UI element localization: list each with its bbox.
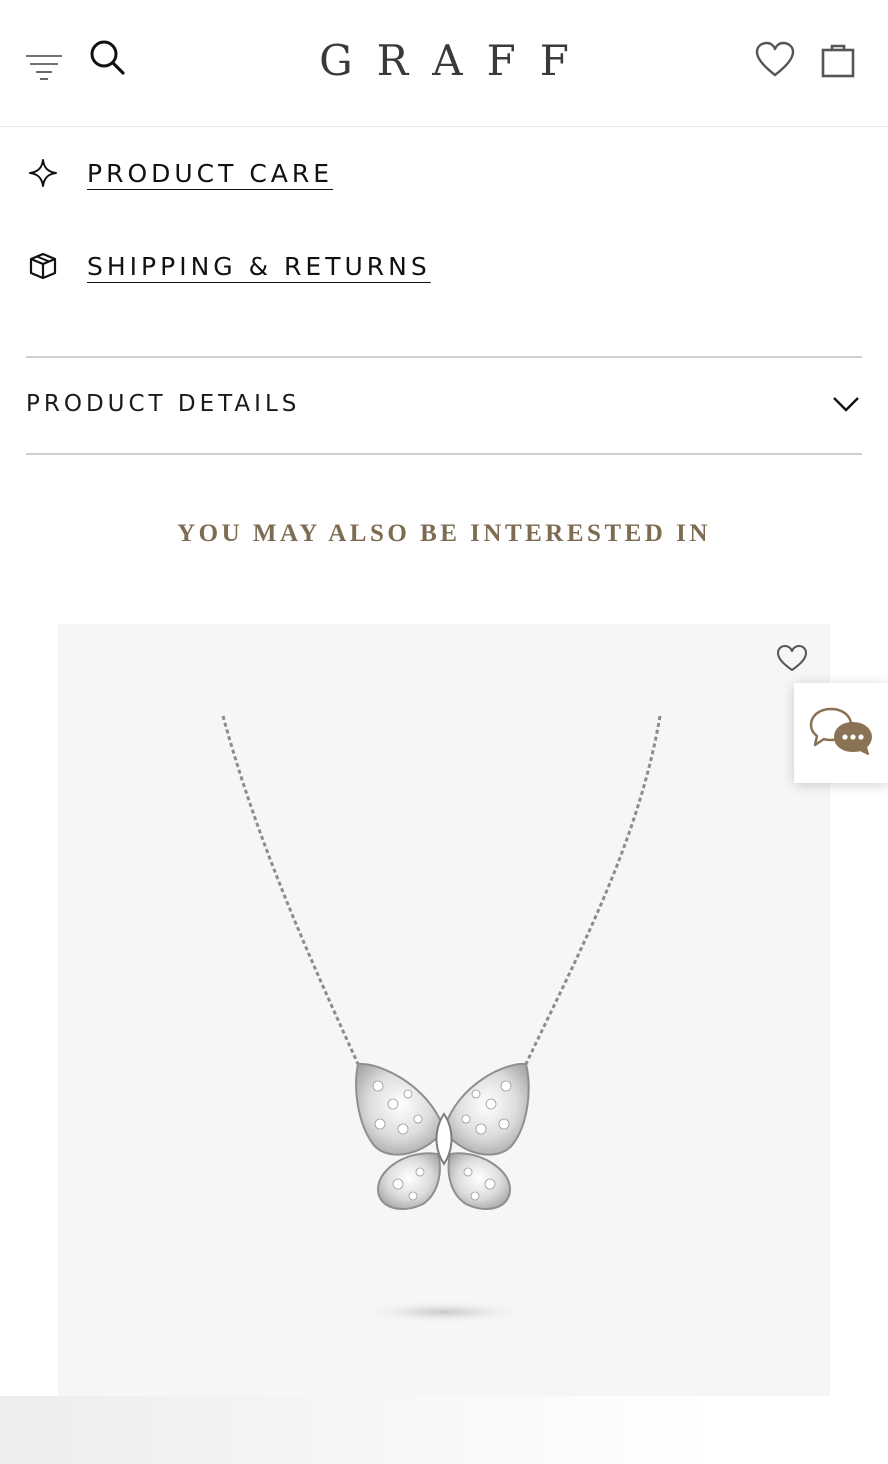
site-header: GRAFF (0, 0, 888, 127)
product-care-label[interactable]: PRODUCT CARE (87, 159, 333, 188)
recommendations-heading: YOU MAY ALSO BE INTERESTED IN (177, 520, 711, 547)
chevron-down-icon[interactable] (832, 394, 860, 414)
sparkle-icon (26, 156, 60, 190)
shopping-bag-icon[interactable] (818, 40, 858, 80)
chat-button[interactable] (794, 683, 888, 783)
product-details-accordion[interactable]: PRODUCT DETAILS (26, 356, 862, 455)
accordion-title: PRODUCT DETAILS (26, 391, 301, 417)
shipping-returns-link[interactable]: SHIPPING & RETURNS (26, 246, 431, 286)
chat-bubbles-icon (809, 705, 873, 762)
product-care-link[interactable]: PRODUCT CARE (26, 153, 333, 193)
shipping-returns-label[interactable]: SHIPPING & RETURNS (87, 252, 431, 281)
butterfly-necklace-image (221, 715, 662, 1324)
product-wishlist-heart-icon[interactable] (776, 644, 808, 674)
bottom-fade-overlay (0, 1396, 888, 1464)
wishlist-heart-icon[interactable] (754, 40, 796, 80)
box-icon (26, 249, 60, 283)
product-card[interactable] (58, 624, 830, 1396)
